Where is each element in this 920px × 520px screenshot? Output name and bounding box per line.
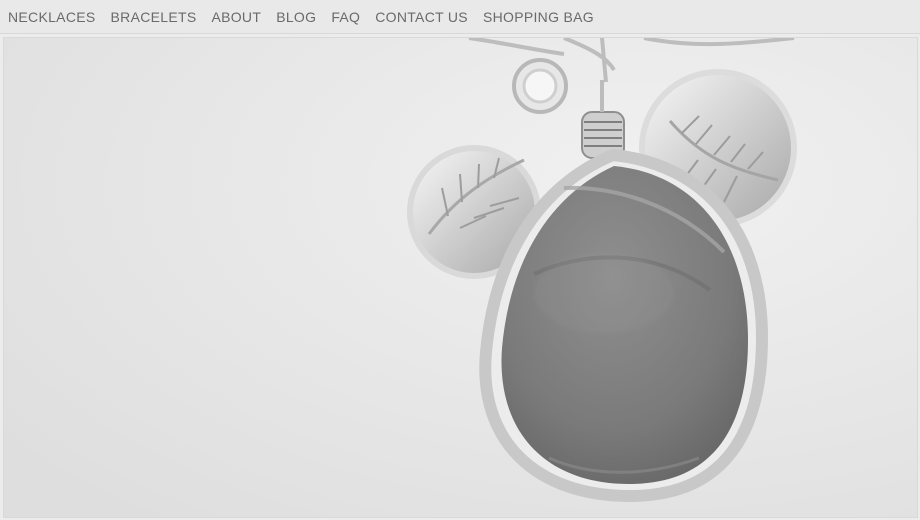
nav-item-about[interactable]: ABOUT xyxy=(211,9,261,25)
nav-item-shopping-bag[interactable]: SHOPPING BAG xyxy=(483,9,594,25)
page: NECKLACES BRACELETS ABOUT BLOG FAQ CONTA… xyxy=(0,0,920,520)
nav-item-contact-us[interactable]: CONTACT US xyxy=(375,9,468,25)
nav-item-necklaces[interactable]: NECKLACES xyxy=(8,9,96,25)
top-navigation: NECKLACES BRACELETS ABOUT BLOG FAQ CONTA… xyxy=(0,0,920,34)
nav-item-bracelets[interactable]: BRACELETS xyxy=(111,9,197,25)
pendant-necklace-photo xyxy=(4,38,917,517)
nav-item-faq[interactable]: FAQ xyxy=(331,9,360,25)
round-charm xyxy=(512,58,568,114)
nav-item-blog[interactable]: BLOG xyxy=(276,9,316,25)
hero-image xyxy=(3,37,918,518)
